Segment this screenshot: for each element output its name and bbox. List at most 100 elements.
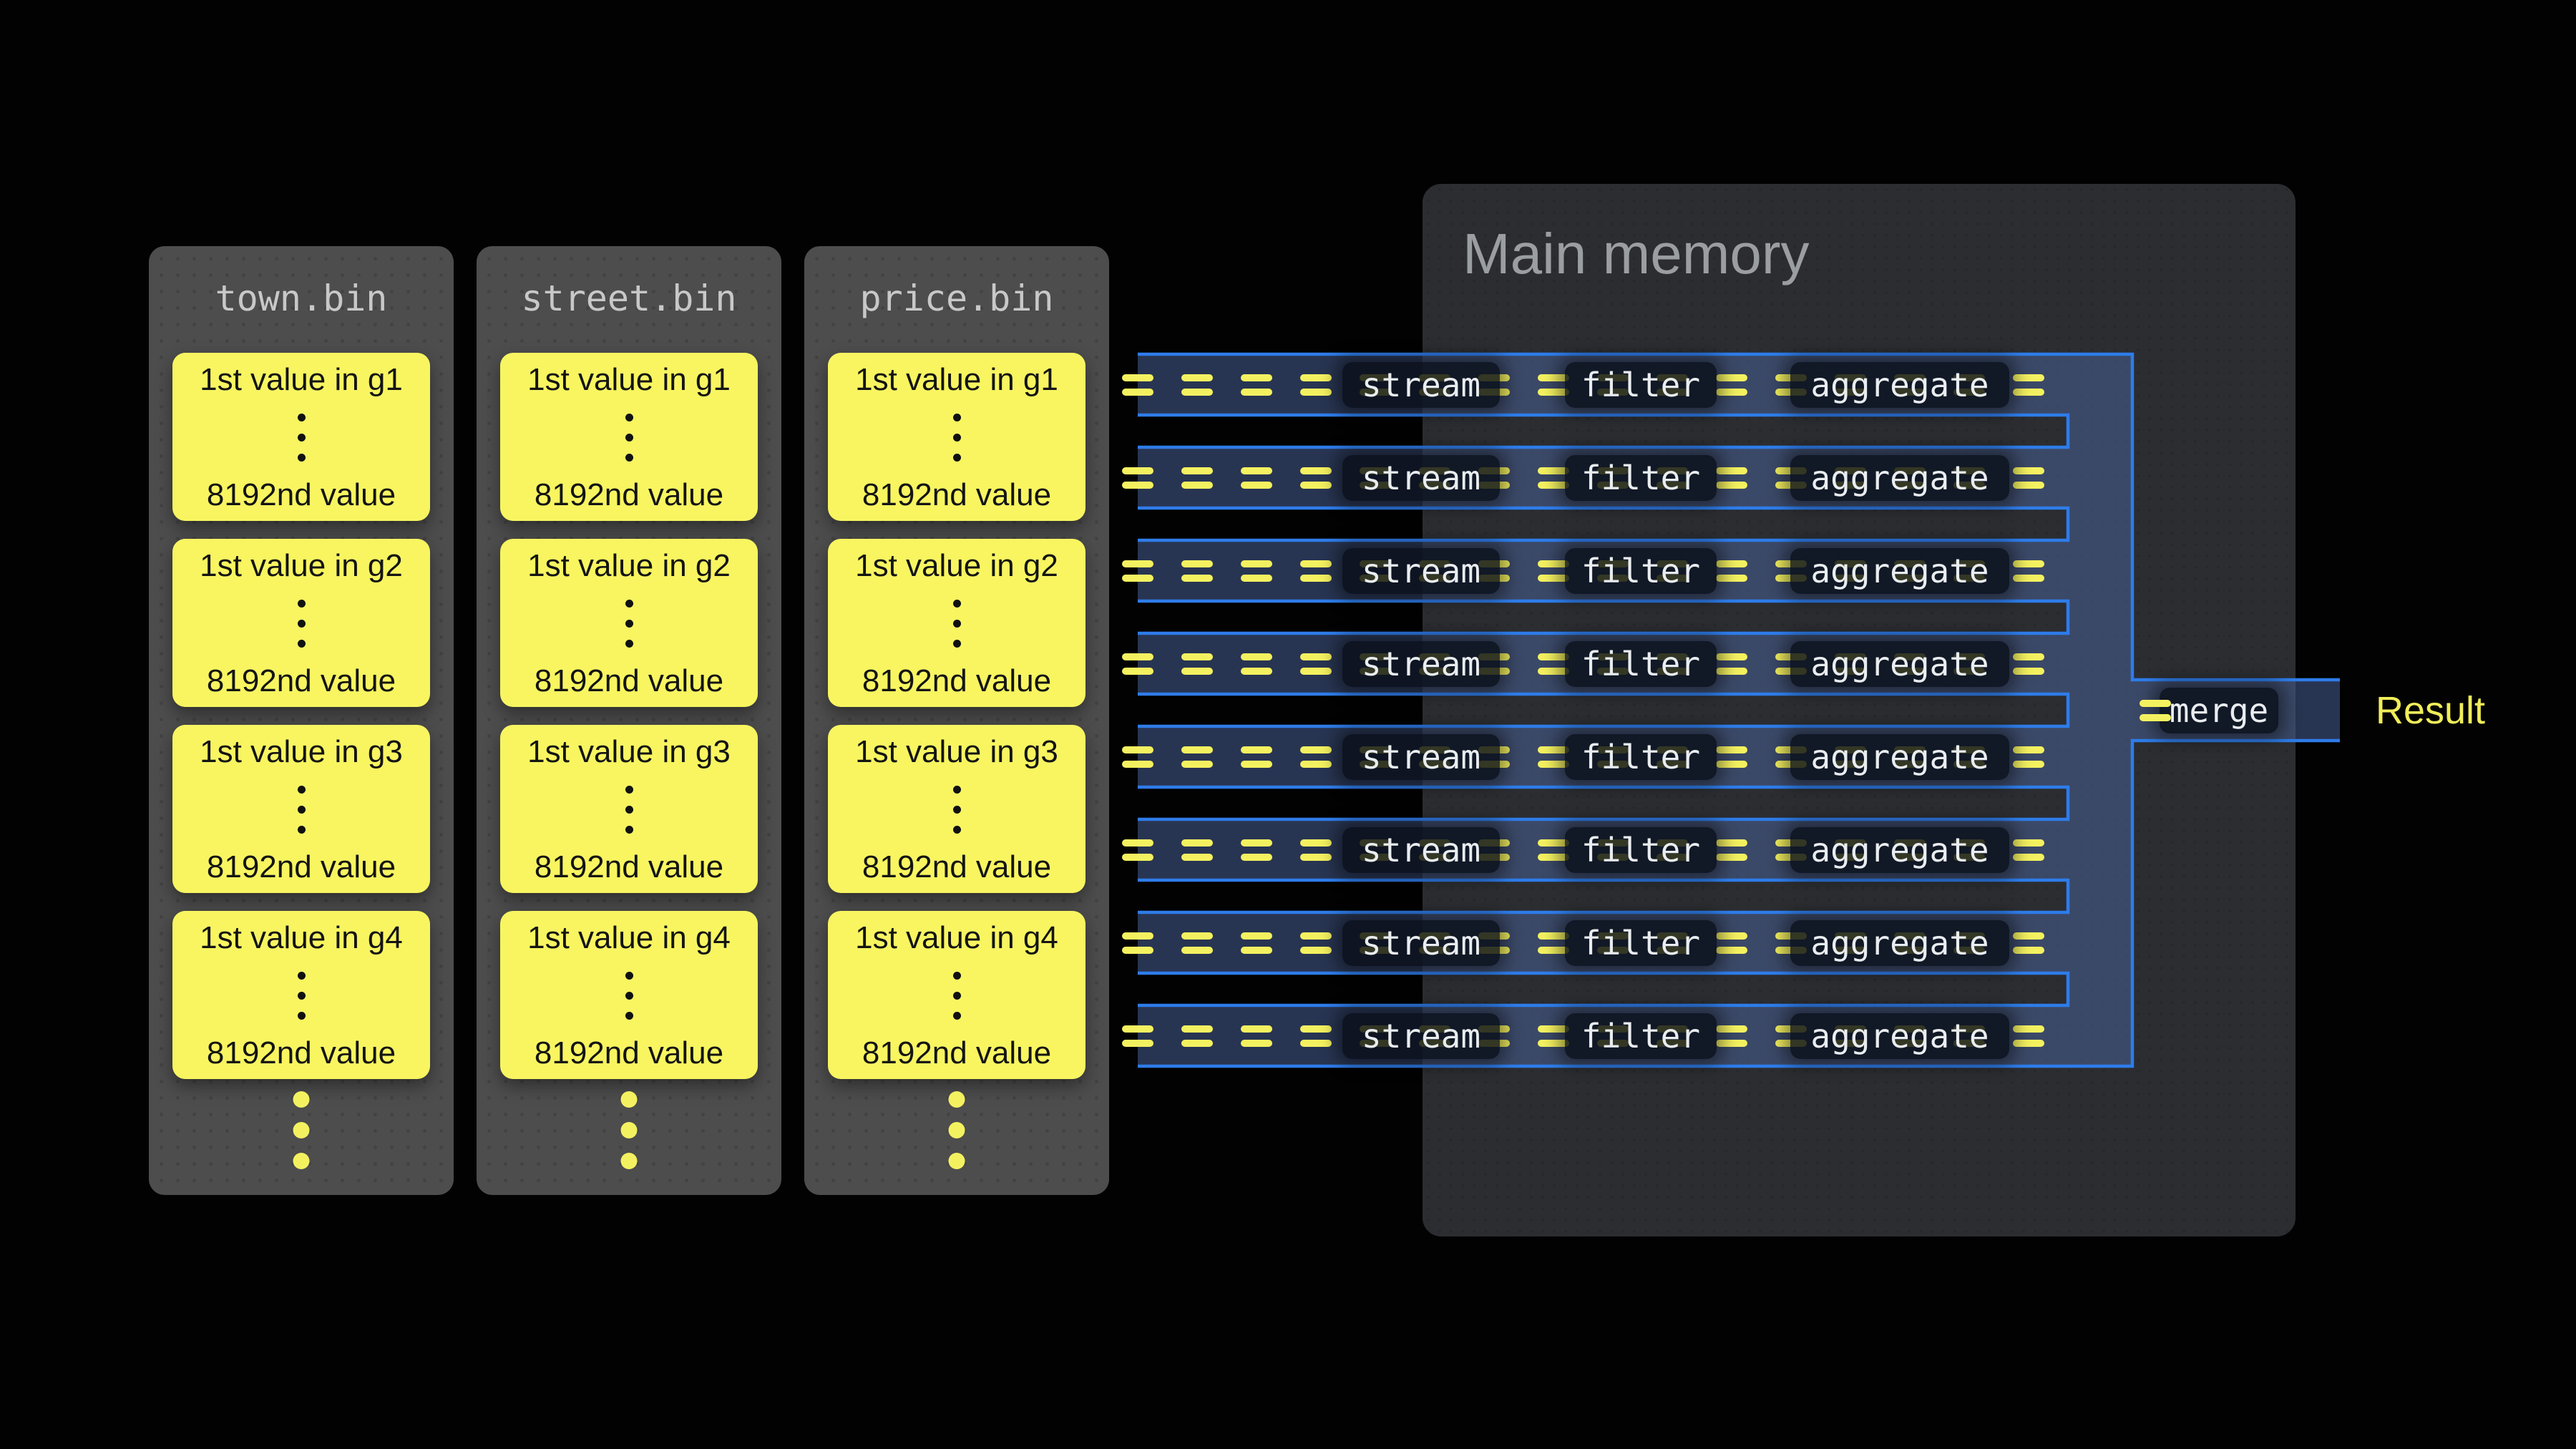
stage-box-filter: filter <box>1565 920 1717 966</box>
pipeline-row: streamfilteraggregate <box>1138 912 2132 973</box>
group-ellipsis <box>953 972 961 1020</box>
ellipsis-dot-icon <box>625 414 633 421</box>
value-group-box: 1st value in g18192nd value <box>172 353 430 521</box>
ellipsis-dot-icon <box>953 1012 961 1020</box>
data-chunk-icon <box>2013 560 2044 582</box>
stage-box-filter: filter <box>1565 734 1717 780</box>
ellipsis-dot-icon <box>298 992 306 1000</box>
file-name-label: price.bin <box>804 278 1109 319</box>
stage-box-stream: stream <box>1342 920 1500 966</box>
ellipsis-dot-icon <box>621 1153 638 1169</box>
data-chunk-icon <box>2140 700 2171 721</box>
data-chunk-icon <box>1716 1025 1747 1047</box>
stage-box-filter: filter <box>1565 827 1717 873</box>
group-ellipsis <box>953 600 961 648</box>
value-group-box: 1st value in g28192nd value <box>500 539 758 707</box>
stage-box-aggregate: aggregate <box>1790 455 2009 501</box>
data-chunk-icon <box>2013 932 2044 954</box>
data-chunk-icon <box>1181 1025 1213 1047</box>
stage-box-filter: filter <box>1565 641 1717 687</box>
pipeline-row: streamfilteraggregate <box>1138 447 2132 508</box>
result-label: Result <box>2376 691 2485 731</box>
ellipsis-dot-icon <box>298 454 306 462</box>
group-first-value-label: 1st value in g1 <box>855 363 1058 397</box>
data-chunk-icon <box>1241 839 1272 861</box>
file-panel: town.bin1st value in g18192nd value1st v… <box>149 246 454 1195</box>
merge-bar: merge <box>2132 680 2340 741</box>
ellipsis-dot-icon <box>625 826 633 834</box>
group-ellipsis <box>625 600 633 648</box>
ellipsis-dot-icon <box>298 414 306 421</box>
group-first-value-label: 1st value in g2 <box>527 549 731 583</box>
stage-box-aggregate: aggregate <box>1790 362 2009 408</box>
group-ellipsis <box>298 414 306 462</box>
value-group-box: 1st value in g38192nd value <box>828 725 1085 893</box>
value-group-box: 1st value in g48192nd value <box>500 911 758 1079</box>
group-first-value-label: 1st value in g3 <box>527 735 731 769</box>
data-chunk-icon <box>1122 746 1153 768</box>
group-first-value-label: 1st value in g3 <box>855 735 1058 769</box>
ellipsis-dot-icon <box>298 806 306 814</box>
group-ellipsis <box>298 972 306 1020</box>
ellipsis-dot-icon <box>621 1091 638 1108</box>
ellipsis-dot-icon <box>625 434 633 441</box>
value-group-box: 1st value in g18192nd value <box>500 353 758 521</box>
group-first-value-label: 1st value in g4 <box>200 921 403 955</box>
data-chunk-icon <box>1122 839 1153 861</box>
pipeline-row: streamfilteraggregate <box>1138 354 2132 415</box>
data-chunk-icon <box>1300 467 1332 489</box>
stage-box-filter: filter <box>1565 548 1717 594</box>
stage-box-stream: stream <box>1342 734 1500 780</box>
data-chunk-icon <box>2013 653 2044 675</box>
ellipsis-dot-icon <box>625 1012 633 1020</box>
data-chunk-icon <box>1122 1025 1153 1047</box>
data-chunk-icon <box>1716 374 1747 396</box>
ellipsis-dot-icon <box>625 620 633 628</box>
group-last-value-label: 8192nd value <box>207 664 396 698</box>
ellipsis-dot-icon <box>293 1091 310 1108</box>
value-group-box: 1st value in g48192nd value <box>172 911 430 1079</box>
data-chunk-icon <box>1716 467 1747 489</box>
data-chunk-icon <box>1716 746 1747 768</box>
data-chunk-icon <box>2013 467 2044 489</box>
stage-box-aggregate: aggregate <box>1790 548 2009 594</box>
data-chunk-icon <box>1300 560 1332 582</box>
ellipsis-dot-icon <box>298 1012 306 1020</box>
stage-box-stream: stream <box>1342 1013 1500 1059</box>
ellipsis-dot-icon <box>953 806 961 814</box>
group-first-value-label: 1st value in g4 <box>527 921 731 955</box>
ellipsis-dot-icon <box>298 600 306 608</box>
ellipsis-dot-icon <box>625 454 633 462</box>
data-chunk-icon <box>2013 1025 2044 1047</box>
data-chunk-icon <box>1716 653 1747 675</box>
group-ellipsis <box>625 414 633 462</box>
group-first-value-label: 1st value in g1 <box>527 363 731 397</box>
ellipsis-dot-icon <box>625 806 633 814</box>
group-ellipsis <box>953 414 961 462</box>
value-group-box: 1st value in g38192nd value <box>172 725 430 893</box>
data-chunk-icon <box>2013 374 2044 396</box>
data-chunk-icon <box>1181 467 1213 489</box>
data-chunk-icon <box>1181 932 1213 954</box>
group-first-value-label: 1st value in g1 <box>200 363 403 397</box>
group-ellipsis <box>298 600 306 648</box>
ellipsis-dot-icon <box>298 826 306 834</box>
pipeline-row: streamfilteraggregate <box>1138 726 2132 787</box>
data-chunk-icon <box>1181 839 1213 861</box>
data-chunk-icon <box>1122 374 1153 396</box>
group-last-value-label: 8192nd value <box>207 850 396 884</box>
pipeline-row: streamfilteraggregate <box>1138 1005 2132 1066</box>
group-first-value-label: 1st value in g2 <box>200 549 403 583</box>
ellipsis-dot-icon <box>298 640 306 648</box>
data-chunk-icon <box>1716 560 1747 582</box>
data-chunk-icon <box>1716 932 1747 954</box>
data-chunk-icon <box>1241 1025 1272 1047</box>
stage-box-filter: filter <box>1565 455 1717 501</box>
ellipsis-dot-icon <box>953 434 961 441</box>
group-ellipsis <box>625 786 633 834</box>
data-chunk-icon <box>1122 560 1153 582</box>
data-chunk-icon <box>1241 746 1272 768</box>
ellipsis-dot-icon <box>625 600 633 608</box>
stage-box-stream: stream <box>1342 827 1500 873</box>
data-chunk-icon <box>1241 374 1272 396</box>
